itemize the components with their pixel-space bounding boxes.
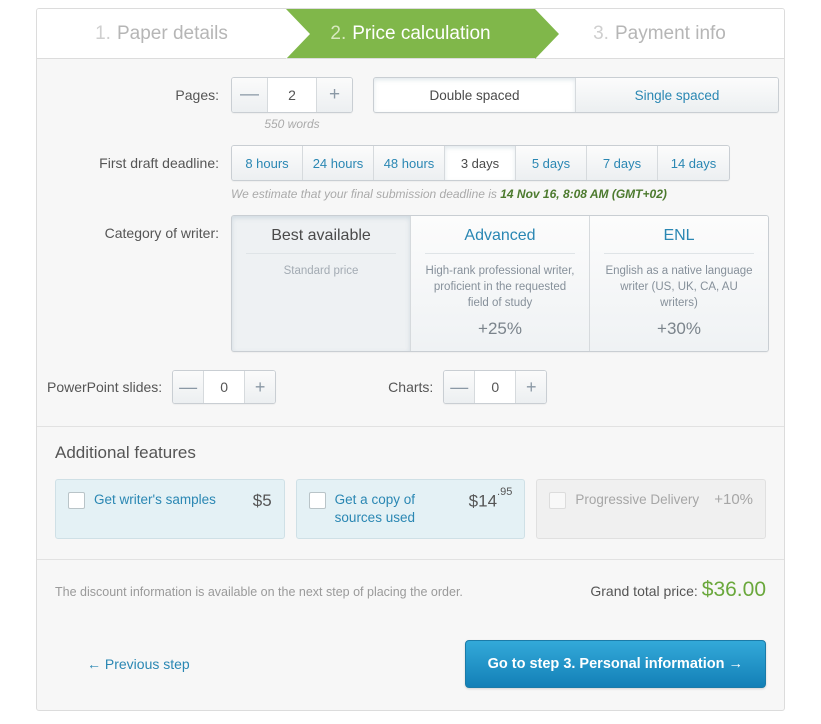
- slides-decrement-button[interactable]: —: [173, 371, 205, 403]
- writer-card-rule: [425, 253, 575, 254]
- step-number: 2.: [330, 22, 347, 44]
- feature-label: Progressive Delivery: [575, 492, 700, 507]
- writer-category-cards: Best available Standard price Advanced H…: [231, 215, 769, 352]
- wizard-footer: The discount information is available on…: [37, 560, 784, 710]
- checkbox-icon[interactable]: [68, 492, 85, 509]
- grand-total-amount: $36.00: [701, 578, 766, 601]
- pages-value[interactable]: 2: [268, 78, 316, 112]
- deadline-option-24-hours[interactable]: 24 hours: [303, 146, 374, 180]
- slides-label: PowerPoint slides:: [47, 379, 163, 395]
- feature-price-main: $14: [468, 491, 498, 511]
- writer-card-enl[interactable]: ENL English as a native language writer …: [590, 216, 768, 351]
- spacing-option-double[interactable]: Double spaced: [374, 78, 576, 112]
- writer-card-desc: English as a native language writer (US,…: [605, 265, 753, 309]
- spacing-option-single[interactable]: Single spaced: [576, 78, 778, 112]
- go-to-step-3-button[interactable]: Go to step 3. Personal information →: [464, 640, 766, 688]
- step-label: Payment info: [614, 22, 726, 44]
- writer-card-desc: Standard price: [283, 265, 359, 277]
- charts-value[interactable]: 0: [475, 371, 516, 403]
- charts-decrement-button[interactable]: —: [444, 371, 476, 403]
- step-label: Paper details: [116, 22, 228, 44]
- discount-note: The discount information is available on…: [55, 585, 463, 599]
- pages-row: Pages: — 2 + 550 words Double spaced Sin…: [37, 77, 784, 131]
- pages-decrement-button[interactable]: —: [232, 78, 268, 112]
- additional-features-title: Additional features: [55, 443, 196, 462]
- feature-price-cents: .95: [497, 485, 513, 498]
- slides-stepper[interactable]: — 0 +: [172, 370, 277, 404]
- additional-features-list: Get writer's samples $5 Get a copy of so…: [55, 479, 767, 539]
- wizard-steps: 1. Paper details 2. Price calculation 3.…: [37, 9, 784, 59]
- deadline-option-7-days[interactable]: 7 days: [587, 146, 658, 180]
- feature-copy-of-sources[interactable]: Get a copy of sources used $14.95: [295, 479, 526, 539]
- charts-label: Charts:: [388, 379, 434, 395]
- pages-words-note: 550 words: [264, 117, 320, 131]
- deadline-option-8-hours[interactable]: 8 hours: [232, 146, 303, 180]
- charts-increment-button[interactable]: +: [515, 371, 547, 403]
- writer-category-row: Category of writer: Best available Stand…: [37, 215, 784, 352]
- writer-card-title: ENL: [663, 227, 695, 244]
- pages-increment-button[interactable]: +: [316, 78, 352, 112]
- charts-stepper[interactable]: — 0 +: [443, 370, 548, 404]
- deadline-row: First draft deadline: 8 hours 24 hours 4…: [37, 145, 784, 201]
- feature-price-main: +10%: [714, 491, 754, 508]
- feature-label: Get a copy of sources used: [334, 492, 415, 525]
- feature-price-main: $5: [252, 491, 272, 510]
- pages-label: Pages:: [175, 87, 219, 103]
- deadline-option-14-days[interactable]: 14 days: [658, 146, 729, 180]
- step-paper-details[interactable]: 1. Paper details: [37, 9, 286, 58]
- step-payment-info[interactable]: 3. Payment info: [535, 9, 784, 58]
- deadline-estimate-date: 14 Nov 16, 8:08 AM (GMT+02): [500, 187, 667, 201]
- step-number: 3.: [593, 22, 609, 44]
- deadline-option-48-hours[interactable]: 48 hours: [374, 146, 445, 180]
- deadline-option-5-days[interactable]: 5 days: [516, 146, 587, 180]
- checkbox-icon: [549, 492, 567, 509]
- page-root: 1. Paper details 2. Price calculation 3.…: [0, 0, 821, 724]
- deadline-estimate: We estimate that your final submission d…: [231, 187, 784, 201]
- step-price-calculation[interactable]: 2. Price calculation: [286, 9, 559, 59]
- feature-writers-samples[interactable]: Get writer's samples $5: [55, 479, 285, 539]
- pages-stepper[interactable]: — 2 +: [231, 77, 353, 113]
- writer-card-desc: High-rank professional writer, proficien…: [425, 265, 575, 309]
- feature-price: $14.95: [468, 486, 513, 512]
- deadline-label: First draft deadline:: [99, 155, 219, 171]
- writer-card-title: Best available: [271, 227, 371, 244]
- writer-card-rule: [604, 253, 754, 254]
- footer-summary: The discount information is available on…: [55, 578, 766, 602]
- writer-card-title: Advanced: [464, 227, 536, 244]
- feature-price: $5: [253, 491, 272, 511]
- checkbox-icon[interactable]: [308, 492, 326, 509]
- previous-step-link[interactable]: ← Previous step: [55, 656, 190, 672]
- writer-card-rule: [246, 253, 396, 254]
- writer-card-best-available[interactable]: Best available Standard price: [232, 216, 411, 351]
- grand-total: Grand total price: $36.00: [590, 578, 766, 602]
- writer-category-controls: Best available Standard price Advanced H…: [231, 215, 784, 352]
- feature-label: Get writer's samples: [94, 492, 216, 507]
- slides-value[interactable]: 0: [204, 371, 245, 403]
- spacing-segmented-control[interactable]: Double spaced Single spaced: [373, 77, 779, 113]
- counters-row: PowerPoint slides: — 0 + Charts: — 0 +: [37, 366, 784, 420]
- writer-card-percent: +30%: [657, 319, 701, 338]
- writer-card-percent: +25%: [478, 319, 522, 338]
- deadline-controls: 8 hours 24 hours 48 hours 3 days 5 days …: [231, 145, 784, 201]
- deadline-estimate-prefix: We estimate that your final submission d…: [231, 187, 501, 201]
- feature-progressive-delivery: Progressive Delivery +10%: [536, 479, 767, 539]
- deadline-option-3-days[interactable]: 3 days: [445, 146, 516, 180]
- footer-actions: ← Previous step Go to step 3. Personal i…: [55, 640, 766, 688]
- writer-card-advanced[interactable]: Advanced High-rank professional writer, …: [411, 216, 590, 351]
- deadline-segmented-control[interactable]: 8 hours 24 hours 48 hours 3 days 5 days …: [231, 145, 730, 181]
- slides-increment-button[interactable]: +: [244, 371, 276, 403]
- grand-total-label: Grand total price:: [590, 583, 698, 599]
- additional-features-section: Additional features Get writer's samples…: [37, 427, 784, 559]
- feature-price: +10%: [714, 491, 753, 508]
- options-section: Pages: — 2 + 550 words Double spaced Sin…: [37, 59, 784, 426]
- pages-controls: — 2 + 550 words Double spaced Single spa…: [231, 77, 784, 131]
- order-wizard: 1. Paper details 2. Price calculation 3.…: [36, 8, 785, 711]
- writer-category-label: Category of writer:: [104, 225, 219, 241]
- step-number: 1.: [95, 22, 111, 44]
- step-label: Price calculation: [352, 22, 491, 44]
